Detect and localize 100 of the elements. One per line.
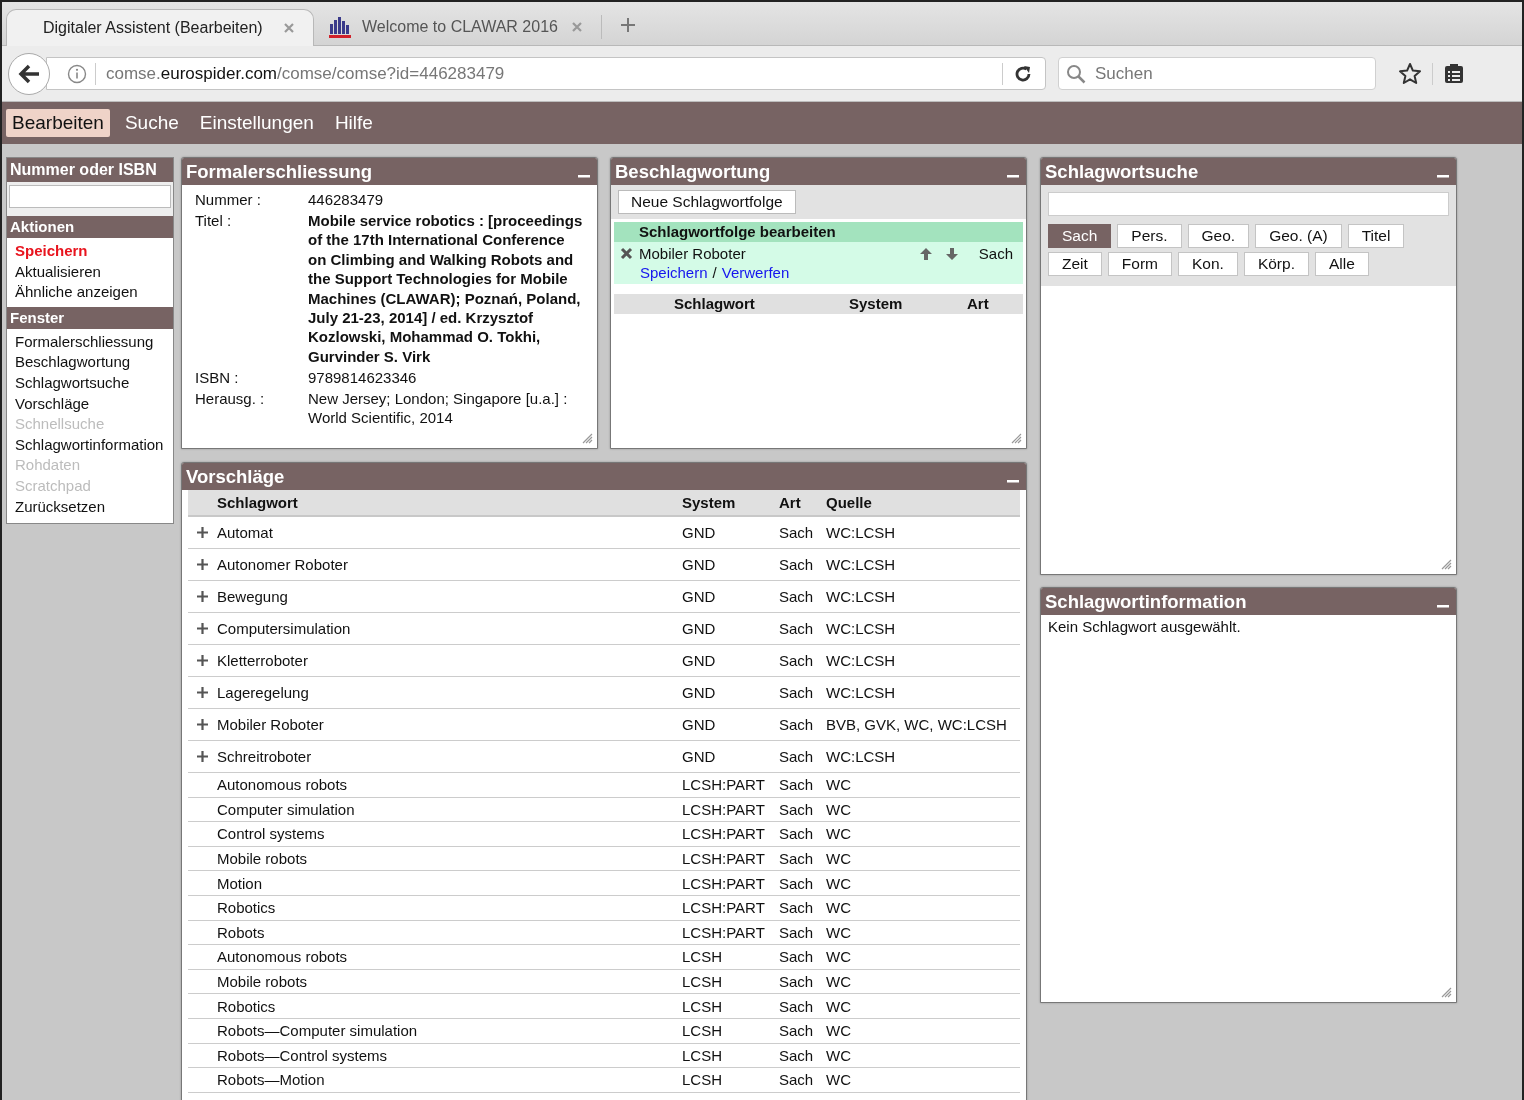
sidebar-item[interactable]: Beschlagwortung — [7, 352, 173, 373]
sidebar-item[interactable]: Schlagwortsuche — [7, 372, 173, 394]
filter-button[interactable]: Geo. (A) — [1255, 224, 1342, 248]
sidebar-item[interactable]: Schlagwortinformation — [7, 434, 173, 456]
column-header: System — [849, 294, 904, 314]
star-icon[interactable] — [1398, 61, 1422, 86]
resize-handle-icon[interactable] — [582, 433, 593, 444]
arrow-left-icon — [18, 63, 40, 84]
save-link[interactable]: Speichern — [640, 264, 708, 281]
section-header: Nummer oder ISBN — [7, 158, 173, 182]
filter-button[interactable]: Sach — [1048, 224, 1112, 248]
term-cell[interactable]: Autonomer Roboter — [217, 556, 682, 573]
new-sequence-button[interactable]: Neue Schlagwortfolge — [618, 190, 796, 214]
sidebar-item[interactable]: Zurücksetzen — [7, 496, 173, 518]
filter-button[interactable]: Zeit — [1048, 252, 1102, 276]
number-field[interactable] — [9, 185, 171, 208]
plus-icon[interactable] — [197, 527, 208, 538]
term-cell[interactable]: Mobiler Roboter — [217, 716, 682, 733]
filter-button[interactable]: Kon. — [1178, 252, 1238, 276]
table-cell-text: Sach — [779, 899, 815, 917]
sidebar-item[interactable]: Formalerschliessung — [7, 331, 173, 353]
address-bar[interactable]: comse.eurospider.com/comse/comse?id=446283479 — [46, 57, 1046, 90]
menu-item[interactable]: Bearbeiten — [6, 109, 110, 137]
remove-icon[interactable] — [620, 247, 633, 260]
sidebar-item[interactable]: Vorschläge — [7, 393, 173, 415]
menu-item[interactable]: Hilfe — [328, 109, 379, 137]
term-cell[interactable]: Control systems — [217, 825, 682, 843]
sidebar-item[interactable]: Ähnliche anzeigen — [7, 282, 173, 303]
table-cell-text: WC:LCSH — [826, 556, 897, 573]
term-cell[interactable]: Mobile robots — [217, 973, 682, 991]
term-cell[interactable]: Schreitroboter — [217, 748, 682, 765]
resize-handle-icon[interactable] — [1441, 559, 1452, 570]
term-cell[interactable]: Automat — [217, 524, 682, 541]
table-cell-text: WC — [826, 825, 852, 843]
filter-button[interactable]: Pers. — [1117, 224, 1182, 248]
browser-tab[interactable]: Welcome to CLAWAR 2016 — [314, 15, 602, 39]
term-cell[interactable]: Computer simulation — [217, 800, 682, 818]
table-cell-text: LCSH — [682, 997, 723, 1015]
search-field[interactable]: Suchen — [1058, 57, 1376, 90]
term-cell[interactable]: Robots — [217, 923, 682, 941]
panel-title: Schlagwortinformation — [1045, 590, 1247, 613]
panel-title: Schlagwortsuche — [1045, 160, 1199, 183]
resize-handle-icon[interactable] — [1011, 433, 1022, 444]
info-icon[interactable] — [67, 63, 87, 84]
list-icon[interactable] — [1443, 62, 1465, 85]
sidebar-item[interactable]: Aktualisieren — [7, 261, 173, 283]
filter-button[interactable]: Körp. — [1243, 252, 1309, 276]
table-cell-text: WC — [826, 1071, 852, 1089]
table-cell-text: Sach — [779, 850, 815, 868]
term-cell[interactable]: Computersimulation — [217, 620, 682, 637]
table-cell-text: WC — [826, 776, 852, 794]
term-cell[interactable]: Mobile robots — [217, 850, 682, 868]
table-cell-text: WC — [826, 1022, 852, 1040]
table-cell-text: GND — [682, 652, 717, 669]
table-cell-text: Sach — [779, 524, 815, 541]
menu-item[interactable]: Suche — [118, 109, 185, 137]
filter-button[interactable]: Titel — [1347, 224, 1405, 248]
arrow-down-icon[interactable] — [944, 246, 959, 261]
term-cell[interactable]: Kletterroboter — [217, 652, 682, 669]
term-cell[interactable]: Autonomous robots — [217, 776, 682, 794]
plus-icon[interactable] — [197, 751, 208, 762]
search-field[interactable] — [1048, 192, 1449, 216]
term-cell[interactable]: Lageregelung — [217, 684, 682, 701]
plus-icon[interactable] — [197, 687, 208, 698]
arrow-up-icon[interactable] — [918, 246, 933, 261]
plus-icon[interactable] — [620, 17, 636, 33]
filter-button[interactable]: Form — [1107, 252, 1172, 276]
skyline-icon — [328, 16, 352, 38]
menu-item[interactable]: Einstellungen — [193, 109, 320, 137]
term-cell[interactable]: Robots—Control systems — [217, 1046, 682, 1064]
table-cell-text: LCSH:PART — [682, 776, 766, 794]
filter-button[interactable]: Alle — [1314, 252, 1369, 276]
term-cell[interactable]: Autonomous robots — [217, 948, 682, 966]
panel-title: Vorschläge — [186, 465, 285, 488]
field-label: Nummer : — [195, 190, 262, 209]
plus-icon[interactable] — [197, 623, 208, 634]
title-value: Mobile service robotics : [proceedings of the 17th International Conference on Climbing and Walking Robots and the Support Technologies for Mobile Machines (CLAWAR); Poznań, Poland, July 21-23, 2014] / ed. Krzysztof Kozlowski, Mohammad O. Tokhi, Gurvinder S. Virk — [308, 211, 584, 367]
table-cell-text: WC — [826, 997, 852, 1015]
back-button[interactable] — [8, 52, 50, 95]
sidebar-item[interactable]: Speichern — [7, 241, 173, 262]
term-cell[interactable]: Motion — [217, 874, 682, 892]
term-cell[interactable]: Robotics — [217, 899, 682, 917]
plus-icon[interactable] — [197, 591, 208, 602]
plus-icon[interactable] — [197, 719, 208, 730]
plus-icon[interactable] — [197, 559, 208, 570]
table-cell-text: GND — [682, 684, 717, 701]
table-cell-text: WC — [826, 874, 852, 892]
term-cell[interactable]: Robotics — [217, 997, 682, 1015]
plus-icon[interactable] — [197, 655, 208, 666]
table-cell-text: Sach — [779, 1022, 815, 1040]
filter-button[interactable]: Geo. — [1187, 224, 1250, 248]
reload-icon[interactable] — [1013, 63, 1033, 84]
resize-handle-icon[interactable] — [1441, 987, 1452, 998]
section-header: Fenster — [7, 306, 173, 329]
term-cell[interactable]: Robots—Motion — [217, 1071, 682, 1089]
table-cell-text: Sach — [779, 948, 815, 966]
browser-tab[interactable]: Digitaler Assistent (Bearbeiten) — [6, 9, 314, 46]
term-cell[interactable]: Bewegung — [217, 588, 682, 605]
discard-link[interactable]: Verwerfen — [721, 264, 790, 281]
term-cell[interactable]: Robots—Computer simulation — [217, 1022, 682, 1040]
